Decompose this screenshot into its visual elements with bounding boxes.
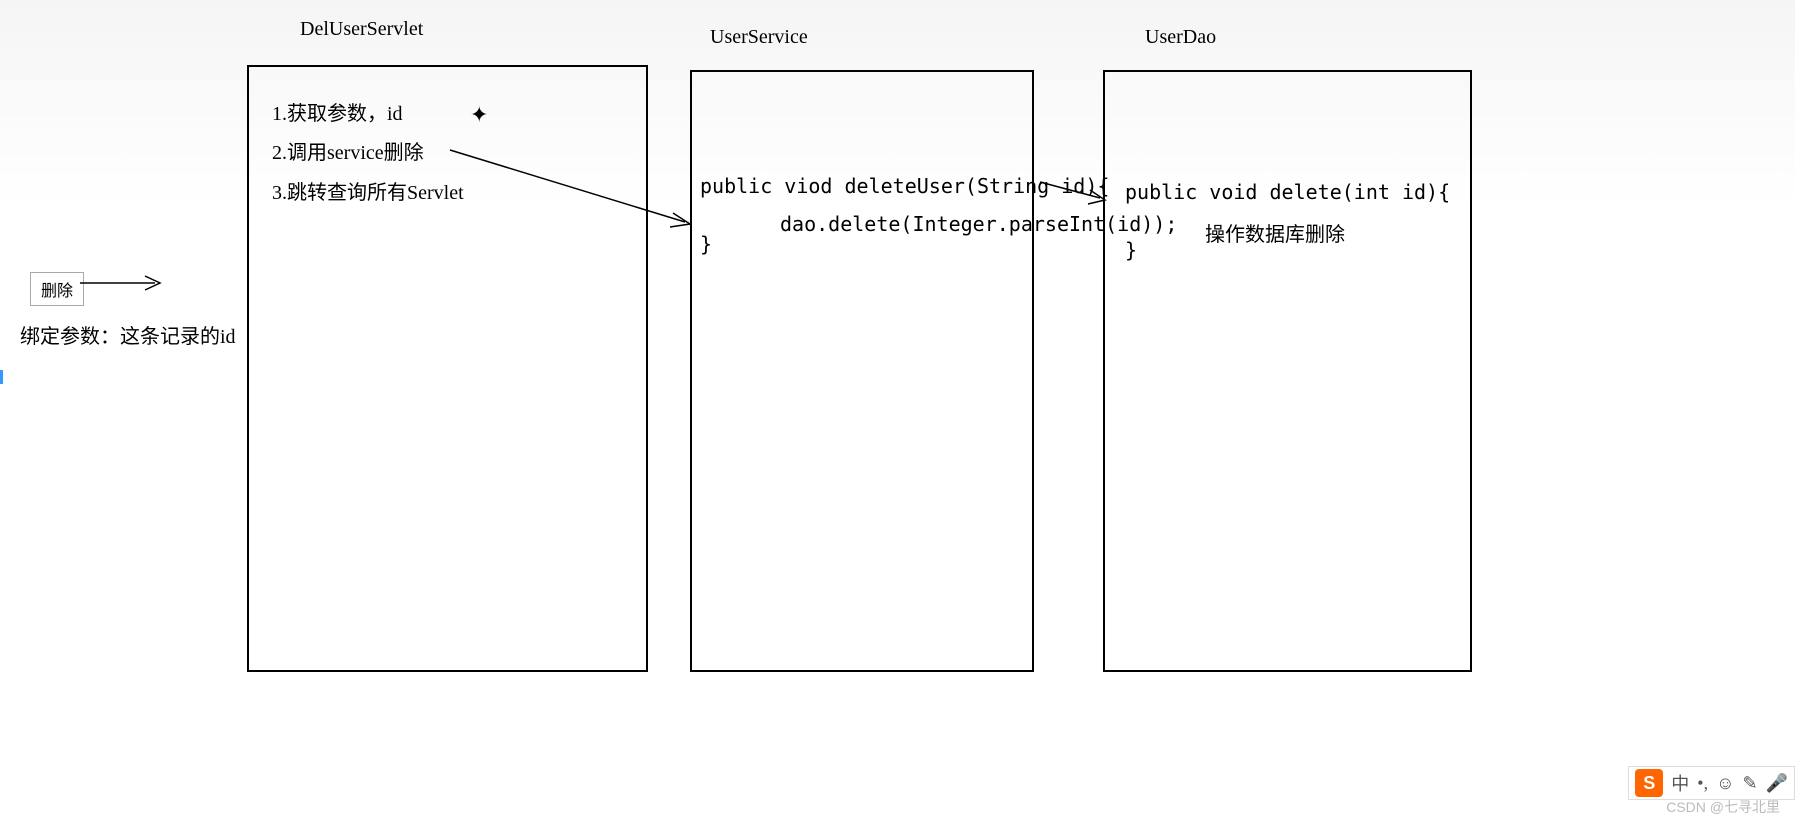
box-dao xyxy=(1103,70,1472,672)
watermark: CSDN @七寻北里 xyxy=(1666,797,1780,817)
selection-handle xyxy=(0,370,3,384)
servlet-step-3: 3.跳转查询所有Servlet xyxy=(272,176,464,205)
service-code-line2: dao.delete(Integer.parseInt(id)); xyxy=(780,212,1177,236)
cursor-crosshair-icon: ✦ xyxy=(470,104,488,126)
service-code-line3: } xyxy=(700,232,712,256)
bind-note: 绑定参数：这条记录的id xyxy=(20,320,236,349)
service-code-line1: public viod deleteUser(String id){ xyxy=(700,174,1109,198)
diagram-canvas: DelUserServlet UserService UserDao 删除 绑定… xyxy=(0,0,1795,825)
box-service xyxy=(690,70,1034,672)
delete-button[interactable]: 删除 xyxy=(30,272,84,306)
servlet-step-2: 2.调用service删除 xyxy=(272,136,424,165)
ime-toolbar[interactable]: S 中 •, ☺ ✎ 🎤 xyxy=(1628,766,1795,800)
ime-emoji-icon[interactable]: ☺ xyxy=(1716,773,1734,794)
ime-tool-icon[interactable]: ✎ xyxy=(1742,773,1757,794)
dao-code-line1: public void delete(int id){ xyxy=(1125,180,1450,204)
servlet-step-1: 1.获取参数，id xyxy=(272,97,403,126)
ime-lang-icon[interactable]: 中 xyxy=(1671,770,1689,796)
ime-mic-icon[interactable]: 🎤 xyxy=(1766,773,1788,794)
sogou-logo-icon: S xyxy=(1635,769,1663,797)
title-service: UserService xyxy=(710,26,808,49)
title-dao: UserDao xyxy=(1145,26,1216,49)
dao-code-line2: 操作数据库删除 xyxy=(1205,218,1345,247)
dao-code-line3: } xyxy=(1125,238,1137,262)
title-servlet: DelUserServlet xyxy=(300,18,423,41)
ime-punct-icon[interactable]: •, xyxy=(1697,773,1708,794)
